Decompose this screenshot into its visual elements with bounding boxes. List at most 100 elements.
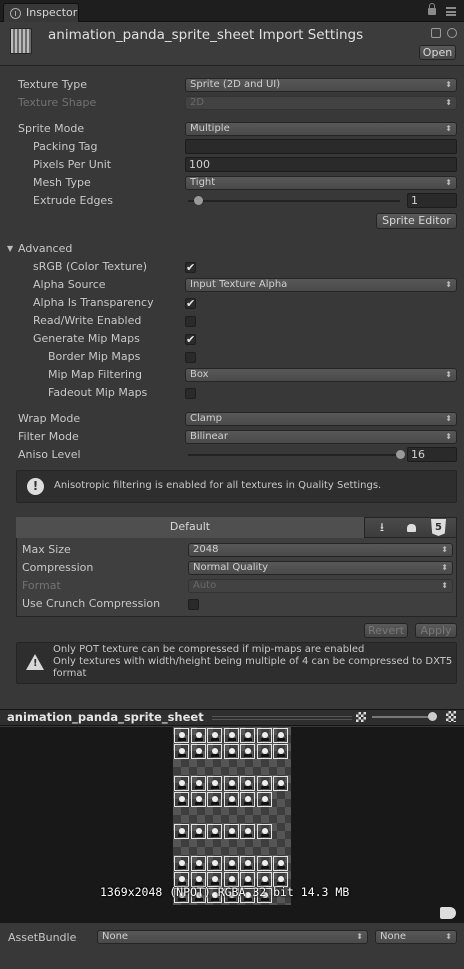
- generate-mip-checkbox[interactable]: ✔: [185, 334, 196, 345]
- read-write-checkbox[interactable]: [185, 316, 196, 327]
- info-icon: [10, 8, 21, 19]
- revert-button[interactable]: Revert: [364, 623, 408, 638]
- mip-filtering-label: Mip Map Filtering: [48, 368, 142, 381]
- srgb-checkbox[interactable]: ✔: [185, 262, 196, 273]
- alpha-transparency-label: Alpha Is Transparency: [33, 296, 154, 309]
- compression-dropdown[interactable]: Normal Quality: [188, 561, 453, 575]
- fadeout-mip-label: Fadeout Mip Maps: [48, 386, 148, 399]
- sprite-mode-label: Sprite Mode: [18, 122, 85, 135]
- tab-inspector[interactable]: Inspector: [3, 3, 79, 22]
- crunch-label: Use Crunch Compression: [22, 597, 161, 610]
- checker-icon[interactable]: [356, 712, 366, 722]
- download-icon[interactable]: ⭳: [371, 518, 393, 537]
- packing-tag-field[interactable]: [185, 139, 457, 154]
- sprite-editor-button[interactable]: Sprite Editor: [376, 213, 457, 229]
- menu-icon[interactable]: [446, 7, 456, 16]
- texture-type-dropdown[interactable]: Sprite (2D and UI): [185, 78, 457, 92]
- read-write-label: Read/Write Enabled: [33, 314, 142, 327]
- alpha-source-label: Alpha Source: [33, 278, 106, 291]
- preview-drag-handle[interactable]: [212, 716, 352, 720]
- sprite-frame: [256, 824, 272, 839]
- sprite-frame: [190, 824, 206, 839]
- extrude-edges-field[interactable]: 1: [407, 193, 457, 208]
- alpha-transparency-checkbox[interactable]: ✔: [185, 298, 196, 309]
- sprite-frame: [240, 728, 255, 743]
- sprite-frame: [240, 744, 255, 759]
- alpha-toggle-icon[interactable]: [446, 711, 456, 722]
- sprite-frame: [240, 856, 255, 871]
- sprite-frame: [273, 744, 288, 759]
- texture-type-label: Texture Type: [18, 78, 88, 91]
- sprite-frame: [256, 744, 272, 759]
- aniso-level-field[interactable]: 16: [407, 447, 457, 462]
- texture-shape-label: Texture Shape: [18, 96, 97, 109]
- advanced-foldout[interactable]: Advanced: [18, 242, 72, 255]
- sprite-frame: [240, 824, 255, 839]
- sprite-frame: [174, 856, 189, 871]
- warning-line-3: format: [53, 668, 87, 679]
- sprite-frame: [240, 776, 255, 791]
- sprite-frame: [207, 744, 222, 759]
- lock-icon[interactable]: [428, 3, 436, 15]
- max-size-label: Max Size: [22, 543, 71, 556]
- html5-icon[interactable]: 5: [431, 519, 446, 536]
- extrude-edges-slider[interactable]: [194, 196, 204, 205]
- apply-button[interactable]: Apply: [415, 623, 457, 638]
- sprite-frame: [174, 776, 189, 791]
- warning-line-1: Only POT texture can be compressed if mi…: [53, 644, 365, 655]
- mip-filtering-dropdown[interactable]: Box: [185, 368, 457, 382]
- asset-bundle-variant-dropdown[interactable]: None: [375, 930, 457, 944]
- pixels-per-unit-label: Pixels Per Unit: [33, 158, 112, 171]
- sprite-frame: [273, 728, 288, 743]
- tab-label: Inspector: [26, 6, 78, 19]
- sprite-frame: [207, 776, 222, 791]
- sprite-frame: [256, 792, 272, 807]
- sprite-mode-dropdown[interactable]: Multiple: [185, 122, 457, 136]
- open-button[interactable]: Open: [419, 45, 456, 60]
- crunch-checkbox[interactable]: [188, 599, 199, 610]
- pixels-per-unit-field[interactable]: 100: [185, 157, 457, 172]
- texture-shape-dropdown: 2D: [185, 96, 457, 110]
- texture-asset-icon: [10, 28, 32, 54]
- mip-level-slider[interactable]: [428, 712, 437, 721]
- generate-mip-label: Generate Mip Maps: [33, 332, 140, 345]
- warning-icon: [26, 654, 44, 670]
- filter-mode-label: Filter Mode: [18, 430, 79, 443]
- mesh-type-label: Mesh Type: [33, 176, 91, 189]
- fadeout-mip-checkbox[interactable]: [185, 388, 196, 399]
- sprite-frame: [174, 728, 189, 743]
- alpha-source-dropdown[interactable]: Input Texture Alpha: [185, 278, 457, 292]
- mesh-type-dropdown[interactable]: Tight: [185, 176, 457, 190]
- sprite-frame: [256, 776, 272, 791]
- wrap-mode-dropdown[interactable]: Clamp: [185, 412, 457, 426]
- srgb-label: sRGB (Color Texture): [33, 260, 148, 273]
- sprite-frame: [174, 744, 189, 759]
- tab-default[interactable]: Default: [16, 517, 365, 538]
- sprite-frame: [207, 856, 222, 871]
- border-mip-checkbox[interactable]: [185, 352, 196, 363]
- sprite-frame: [207, 824, 222, 839]
- format-label: Format: [22, 579, 61, 592]
- asset-bundle-dropdown[interactable]: None: [97, 930, 368, 944]
- sprite-sheet-preview: [173, 727, 291, 905]
- extrude-edges-label: Extrude Edges: [33, 194, 113, 207]
- texture-info: 1369x2048 (NPOT) RGBA 32 bit 14.3 MB: [100, 885, 350, 899]
- filter-mode-dropdown[interactable]: Bilinear: [185, 430, 457, 444]
- foldout-arrow-icon[interactable]: ▼: [7, 244, 13, 253]
- tag-icon[interactable]: [440, 907, 456, 919]
- aniso-level-label: Aniso Level: [18, 448, 81, 461]
- sprite-frame: [256, 856, 272, 871]
- aniso-level-slider[interactable]: [396, 450, 405, 459]
- sprite-frame: [174, 792, 189, 807]
- page-title: animation_panda_sprite_sheet Import Sett…: [48, 27, 364, 43]
- help-icon[interactable]: [431, 28, 441, 38]
- sprite-frame: [190, 744, 206, 759]
- sprite-frame: [273, 776, 288, 791]
- sprite-frame: [190, 792, 206, 807]
- sprite-frame: [223, 824, 239, 839]
- max-size-dropdown[interactable]: 2048: [188, 543, 453, 557]
- android-icon[interactable]: [400, 518, 422, 537]
- gear-icon[interactable]: [447, 28, 457, 38]
- sprite-frame: [190, 776, 206, 791]
- sprite-frame: [256, 728, 272, 743]
